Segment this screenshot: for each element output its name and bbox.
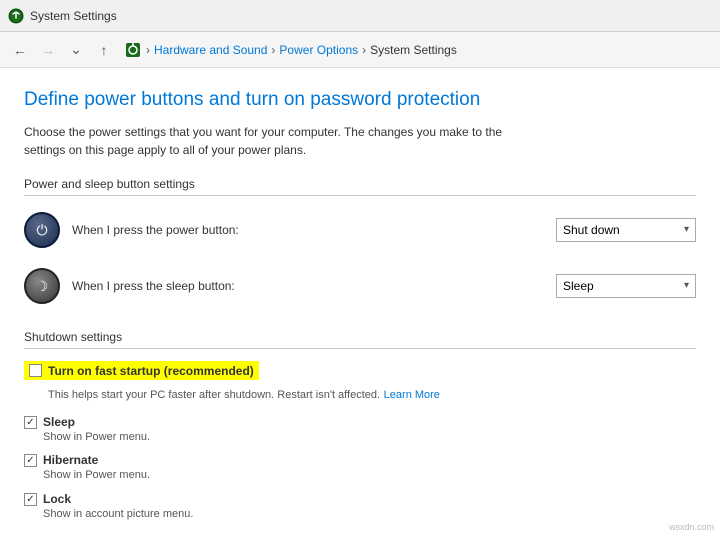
sleep-desc: Show in Power menu.: [43, 430, 696, 445]
breadcrumb-hardware-sound[interactable]: Hardware and Sound: [154, 43, 267, 57]
power-button-label: When I press the power button:: [72, 223, 556, 237]
fast-startup-checkbox[interactable]: [29, 364, 42, 377]
power-symbol: ⏻: [36, 223, 47, 237]
titlebar-icon: [8, 8, 24, 24]
up-button[interactable]: ↑: [92, 38, 116, 62]
titlebar: System Settings: [0, 0, 720, 32]
main-area: Define power buttons and turn on passwor…: [0, 68, 720, 538]
hibernate-desc: Show in Power menu.: [43, 468, 696, 483]
page-description: Choose the power settings that you want …: [24, 123, 504, 159]
control-panel-icon: [124, 41, 142, 59]
back-button[interactable]: ←: [8, 38, 32, 62]
sleep-checkbox-wrap: [24, 416, 37, 429]
watermark: wsxdn.com: [669, 522, 714, 532]
hibernate-label[interactable]: Hibernate: [43, 453, 696, 467]
navbar: ← → ⌄ ↑ › Hardware and Sound › Power Opt…: [0, 32, 720, 68]
fast-startup-learn-more[interactable]: Learn More: [384, 389, 440, 401]
titlebar-title: System Settings: [30, 9, 117, 23]
lock-checkbox-wrap: [24, 493, 37, 506]
shutdown-section-header: Shutdown settings: [24, 330, 696, 349]
recent-locations-button[interactable]: ⌄: [64, 38, 88, 62]
sleep-label-group: Sleep Show in Power menu.: [43, 415, 696, 445]
power-sleep-section-header: Power and sleep button settings: [24, 177, 696, 196]
hibernate-label-group: Hibernate Show in Power menu.: [43, 453, 696, 483]
breadcrumb-sep-1: ›: [146, 43, 150, 57]
sleep-button-icon: ☽: [24, 268, 60, 304]
page-title: Define power buttons and turn on passwor…: [24, 88, 696, 113]
breadcrumb: › Hardware and Sound › Power Options › S…: [124, 41, 712, 59]
sleep-checkbox[interactable]: [24, 416, 37, 429]
breadcrumb-power-options[interactable]: Power Options: [279, 43, 358, 57]
forward-button[interactable]: →: [36, 38, 60, 62]
lock-label[interactable]: Lock: [43, 492, 696, 506]
fast-startup-checkbox-wrap: [29, 364, 42, 377]
hibernate-row: Hibernate Show in Power menu.: [24, 451, 696, 485]
power-button-icon: ⏻: [24, 212, 60, 248]
fast-startup-row: Turn on fast startup (recommended): [24, 359, 696, 382]
sleep-row: Sleep Show in Power menu.: [24, 413, 696, 447]
lock-row: Lock Show in account picture menu.: [24, 490, 696, 524]
sleep-symbol: ☽: [36, 279, 49, 293]
shutdown-settings: Shutdown settings Turn on fast startup (…: [24, 330, 696, 525]
power-dropdown-arrow: ▾: [684, 224, 689, 235]
sleep-button-label: When I press the sleep button:: [72, 279, 556, 293]
sleep-button-row: ☽ When I press the sleep button: Sleep ▾: [24, 262, 696, 310]
breadcrumb-system-settings: System Settings: [370, 43, 457, 57]
power-button-value: Shut down: [563, 223, 620, 237]
power-sleep-settings: Power and sleep button settings ⏻ When I…: [24, 177, 696, 310]
power-button-dropdown[interactable]: Shut down ▾: [556, 218, 696, 242]
content-area: Define power buttons and turn on passwor…: [0, 68, 720, 538]
lock-checkbox[interactable]: [24, 493, 37, 506]
lock-label-group: Lock Show in account picture menu.: [43, 492, 696, 522]
sleep-button-dropdown[interactable]: Sleep ▾: [556, 274, 696, 298]
fast-startup-label-group: Turn on fast startup (recommended): [48, 363, 254, 378]
sleep-button-value: Sleep: [563, 279, 594, 293]
fast-startup-desc: This helps start your PC faster after sh…: [48, 389, 380, 401]
sleep-dropdown-arrow: ▾: [684, 280, 689, 291]
lock-desc: Show in account picture menu.: [43, 507, 696, 522]
hibernate-checkbox-wrap: [24, 454, 37, 467]
fast-startup-label[interactable]: Turn on fast startup (recommended): [48, 364, 254, 378]
breadcrumb-sep-3: ›: [362, 43, 366, 57]
breadcrumb-sep-2: ›: [271, 43, 275, 57]
hibernate-checkbox[interactable]: [24, 454, 37, 467]
sleep-label[interactable]: Sleep: [43, 415, 696, 429]
power-button-row: ⏻ When I press the power button: Shut do…: [24, 206, 696, 254]
